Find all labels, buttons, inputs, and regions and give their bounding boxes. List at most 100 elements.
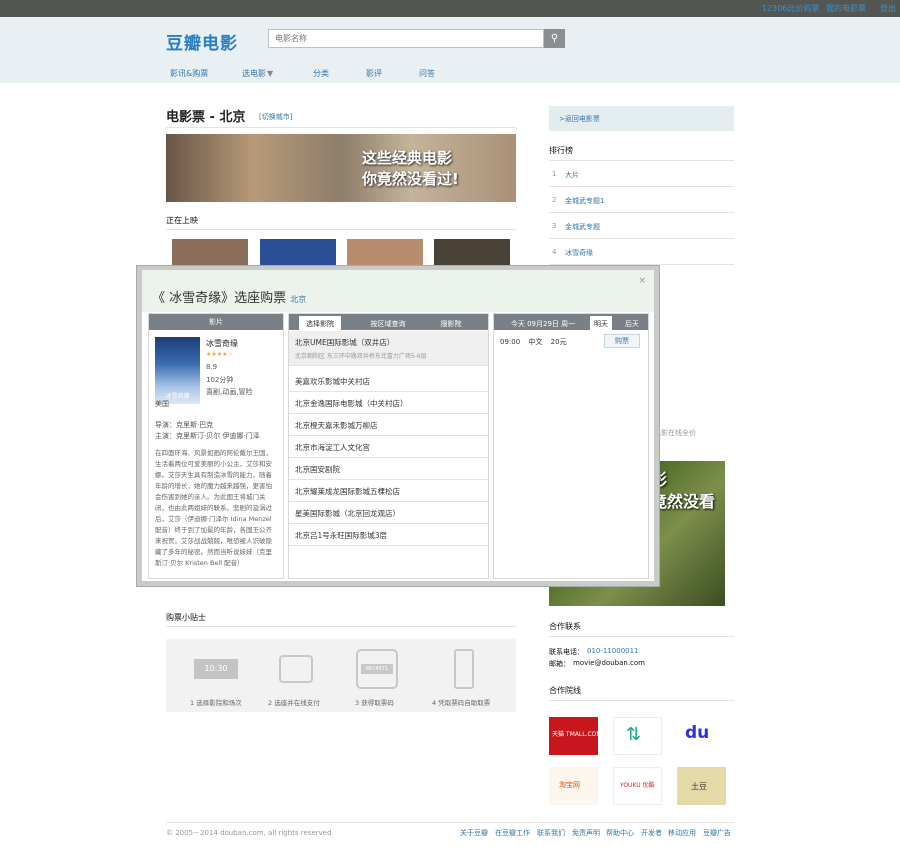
nav-item-reviews[interactable]: 影评 [366,68,382,79]
film-rating: 8.9 [206,363,218,371]
search-button[interactable]: ⚲ [544,29,565,48]
header: 豆瓣电影 ⚲ 影讯&购票 选电影 ▼ 分类 影评 问答 [0,17,900,83]
divider [166,822,734,823]
rank-item[interactable]: 金城武专题 [565,222,600,232]
rank-item[interactable]: 金城武专题1 [565,196,604,206]
tab-date-tomorrow[interactable]: 明天 [590,316,612,330]
footer-link[interactable]: 帮助中心 [606,828,634,838]
footer-link[interactable]: 在豆瓣工作 [495,828,530,838]
cinema-item[interactable]: 北京吕1号永旺国际影城3层 [289,524,488,546]
cinema-tabs: 选择影院 按区域查询 搜影院 [289,314,488,330]
divider [549,212,734,213]
cinema-item[interactable]: 北京耀莱成龙国际影城五棵松店 [289,480,488,502]
ranking-title: 排行榜 [549,146,573,155]
cinema-item[interactable]: 北京市海淀工人文化宫 [289,436,488,458]
nav-item-category[interactable]: 分类 [313,68,329,79]
cinema-item[interactable]: 北京金逸国际电影城（中关村店） [289,392,488,414]
tab-by-district[interactable]: 按区域查询 [359,316,417,330]
divider [166,229,516,230]
tip-step-2: 2 选座并在线支付 [268,699,320,707]
footer-link[interactable]: 联系我们 [537,828,565,838]
email-label: 邮箱： [549,660,570,668]
search-input[interactable] [268,29,544,48]
tab-choose-cinema[interactable]: 选择影院 [299,316,341,330]
phone-label: 联系电话： [549,648,584,656]
rank-number: 1 [552,170,557,178]
cinema-item[interactable]: 星美国际影城（北京回龙观店） [289,502,488,524]
cinema-name: 北京UME国际影城（双井店） [295,338,395,347]
tip-step-1: 1 选择影院和场次 [190,699,242,707]
modal-city[interactable]: 北京 [290,295,306,304]
rank-number: 4 [552,248,557,256]
cinema-item[interactable]: 北京国安剧院 [289,458,488,480]
promo-banner[interactable]: 这些经典电影 你竟然没看过! [166,134,516,202]
partner-logo-taobao[interactable]: 淘宝网 [549,767,598,805]
ticket-code: 8814571 [361,664,393,674]
film-genre: 喜剧,动画,冒险 [206,388,253,396]
rank-number: 2 [552,196,557,204]
nav-item-choose-movie[interactable]: 选电影 [242,68,266,79]
switch-city-link[interactable]: [切换城市] [259,112,292,122]
partner-name: 土豆 [691,782,707,791]
divider [549,238,734,239]
dropdown-arrow-icon: ▼ [267,69,274,78]
back-to-tickets[interactable]: >返回电影票 [549,106,734,131]
close-icon[interactable]: × [638,276,646,286]
now-showing-title: 正在上映 [166,216,198,225]
session-panel: 今天 09月29日 周一 明天 后天 09:00 中文 20元 购票 [493,313,649,579]
partners-title: 合作院线 [549,686,581,695]
purchase-tips: 10:30 8814571 1 选择影院和场次 2 选座并在线支付 3 获得取票… [166,639,516,712]
banner-line-2: 你竟然没看过! [362,170,459,188]
site-logo[interactable]: 豆瓣电影 [166,29,238,54]
partner-logo-youku[interactable]: YOUKU 优酷 [613,767,662,805]
partner-logo-baidu[interactable]: du [677,717,726,755]
kiosk-icon [454,649,474,689]
contact-title: 合作联系 [549,622,581,631]
tab-date-after-tomorrow[interactable]: 后天 [620,316,644,330]
divider [549,186,734,187]
date-tabs: 今天 09月29日 周一 明天 后天 [494,314,648,330]
footer-link[interactable]: 关于豆瓣 [460,828,488,838]
film-title: 冰雪奇缘 [206,339,238,348]
cinema-item[interactable]: 美嘉欢乐影城中关村店 [289,370,488,392]
star-rating-icon: ★★★★☆ [206,351,233,358]
topbar-link-12306[interactable]: 12306比价购票 [762,3,819,14]
film-cast: 主演：克里斯汀·贝尔 伊迪娜·门泽 [155,432,260,440]
footer-link[interactable]: 免责声明 [572,828,600,838]
rank-item[interactable]: 冰雪奇缘 [565,248,593,258]
topbar-link-logout[interactable]: 登出 [880,3,896,14]
search-icon: ⚲ [550,33,559,44]
partner-name: 天猫 TMALL.COM [552,731,602,738]
cinema-item[interactable]: 北京橙天嘉禾影城万柳店 [289,414,488,436]
partner-logo-ticket[interactable]: ⇅ [613,717,662,755]
tab-date-today[interactable]: 今天 09月29日 周一 [498,316,588,330]
divider [549,700,734,701]
page-title: 电影票 - 北京 [166,110,246,125]
partner-logo-tudou[interactable]: 土豆 [677,767,726,805]
seat-icon [279,655,313,683]
footer-link[interactable]: 开发者 [641,828,662,838]
tip-step-4: 4 凭取票码自助取票 [432,699,491,707]
movie-poster: 冰雪奇缘 [155,337,200,404]
footer-link[interactable]: 移动应用 [668,828,696,838]
partner-name: YOUKU 优酷 [620,782,655,789]
tab-search-cinema[interactable]: 搜影院 [431,316,471,330]
nav-item-qa[interactable]: 问答 [419,68,435,79]
rank-item[interactable]: 大片 [565,170,579,180]
divider [166,626,516,627]
phone-number: 010-11000011 [587,647,639,655]
topbar-link-my-tickets[interactable]: 我的电影票 [826,3,866,14]
partner-name: du [685,723,710,743]
footer-link[interactable]: 豆瓣广告 [703,828,731,838]
tip-step-3: 3 获得取票码 [355,699,394,707]
divider [549,160,734,161]
film-description: 在四面环海、风景如画的阿伦戴尔王国，生活着两位可爱美丽的小公主，艾莎和安娜。艾莎… [155,449,272,567]
partner-logo-tmall[interactable]: 天猫 TMALL.COM [549,717,602,755]
nav-item-showtimes[interactable]: 影讯&购票 [170,68,208,79]
top-bar: 12306比价购票 我的电影票 登出 [0,0,900,17]
film-country: 美国 [155,400,169,408]
buy-ticket-button[interactable]: 购票 [604,334,640,348]
cinema-item[interactable]: 北京UME国际影城（双井店） 北京朝阳区 东三环中路双井桥东北富力广场5-6层 [289,331,488,366]
divider [166,127,516,128]
session-language: 中文 [528,338,543,346]
